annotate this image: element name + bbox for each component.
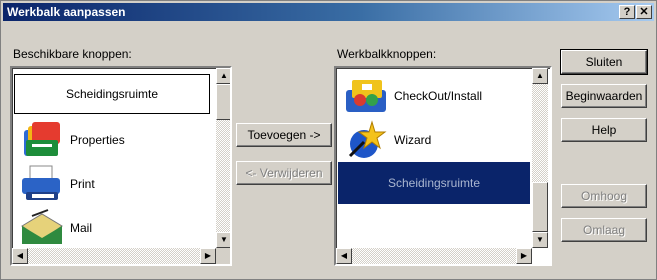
scroll-corner bbox=[216, 248, 230, 264]
list-item[interactable]: Properties bbox=[14, 118, 210, 162]
list-item-label: Properties bbox=[70, 133, 125, 147]
horizontal-scrollbar[interactable] bbox=[12, 248, 216, 264]
horizontal-scrollbar[interactable] bbox=[336, 248, 532, 264]
list-item-label: Print bbox=[70, 177, 95, 191]
customize-toolbar-dialog: Werkbalk aanpassen ? ✕ Beschikbare knopp… bbox=[0, 0, 657, 280]
scroll-thumb[interactable] bbox=[216, 84, 230, 120]
scroll-thumb[interactable] bbox=[532, 182, 548, 232]
add-button[interactable]: Toevoegen -> bbox=[236, 123, 332, 147]
reset-button[interactable]: Beginwaarden bbox=[561, 84, 647, 108]
scroll-down-button[interactable]: ▼ bbox=[532, 232, 548, 248]
toolbar-buttons-list[interactable]: CheckOut/Install Wizard Scheidingsruimte… bbox=[334, 66, 552, 266]
list-item[interactable]: Mail bbox=[14, 206, 210, 250]
available-buttons-label: Beschikbare knoppen: bbox=[13, 47, 132, 61]
toolbar-buttons-label: Werkbalkknoppen: bbox=[337, 47, 437, 61]
list-item[interactable]: CheckOut/Install bbox=[338, 74, 530, 118]
mail-icon bbox=[18, 208, 66, 248]
scroll-left-button[interactable]: ◀ bbox=[12, 248, 28, 264]
close-button[interactable]: Sluiten bbox=[560, 49, 648, 75]
list-item-label: Mail bbox=[70, 221, 93, 235]
list-item[interactable]: Scheidingsruimte bbox=[14, 74, 210, 114]
list-item-label: CheckOut/Install bbox=[394, 89, 483, 103]
list-item[interactable]: Wizard bbox=[338, 118, 530, 162]
wizard-icon bbox=[342, 120, 390, 160]
move-up-button[interactable]: Omhoog bbox=[561, 184, 647, 208]
help-title-button[interactable]: ? bbox=[619, 5, 635, 19]
scroll-right-button[interactable]: ▶ bbox=[516, 248, 532, 264]
list-item-selected[interactable]: Scheidingsruimte bbox=[338, 162, 530, 204]
help-button[interactable]: Help bbox=[561, 118, 647, 142]
print-icon bbox=[18, 164, 66, 204]
title-bar: Werkbalk aanpassen ? ✕ bbox=[3, 3, 654, 21]
window-title: Werkbalk aanpassen bbox=[7, 5, 126, 19]
scroll-down-button[interactable]: ▼ bbox=[216, 232, 230, 248]
list-item-label: Scheidingsruimte bbox=[65, 87, 159, 101]
available-buttons-list[interactable]: Scheidingsruimte Properties Print Mail ▲… bbox=[10, 66, 232, 266]
list-item[interactable]: Print bbox=[14, 162, 210, 206]
list-item-label: Wizard bbox=[394, 133, 432, 147]
scroll-up-button[interactable]: ▲ bbox=[532, 68, 548, 84]
list-item-label: Scheidingsruimte bbox=[387, 176, 481, 190]
scroll-right-button[interactable]: ▶ bbox=[200, 248, 216, 264]
checkout-install-icon bbox=[342, 76, 390, 116]
scroll-up-button[interactable]: ▲ bbox=[216, 68, 230, 84]
properties-icon bbox=[18, 120, 66, 160]
move-down-button[interactable]: Omlaag bbox=[561, 218, 647, 242]
remove-button[interactable]: <- Verwijderen bbox=[236, 161, 332, 185]
close-title-button[interactable]: ✕ bbox=[636, 5, 652, 19]
scroll-left-button[interactable]: ◀ bbox=[336, 248, 352, 264]
